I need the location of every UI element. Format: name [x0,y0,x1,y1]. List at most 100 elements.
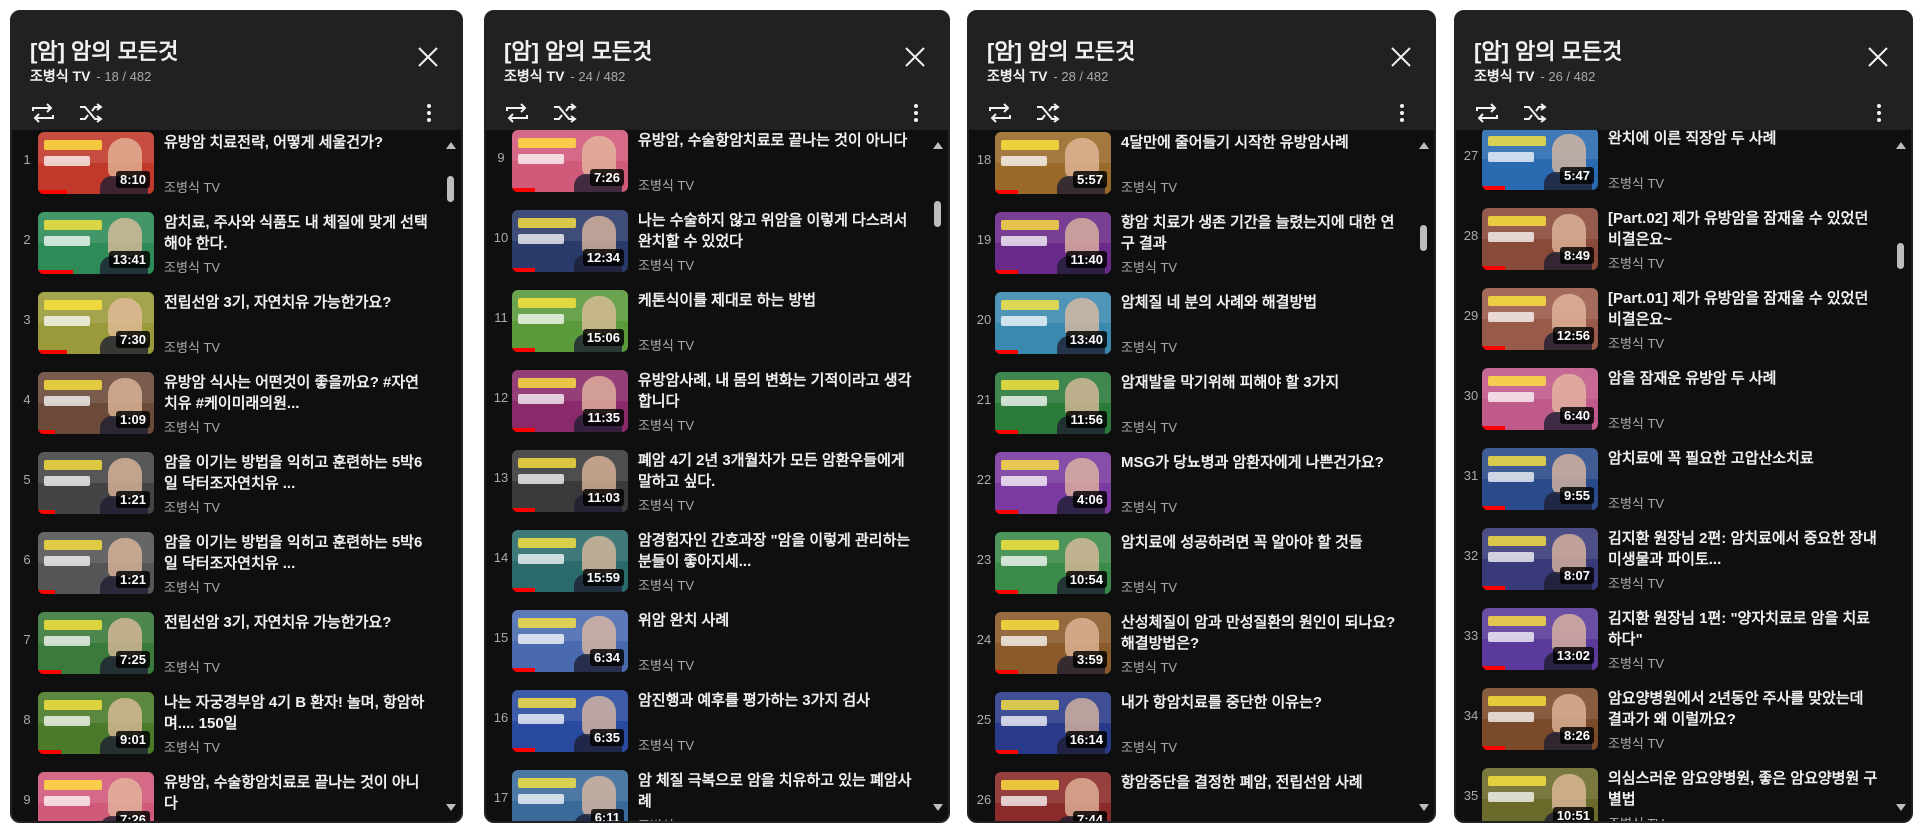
video-thumbnail[interactable]: 16:14 [995,692,1111,754]
video-title[interactable]: 전립선암 3기, 자연치유 가능한가요? [164,292,431,313]
loop-button[interactable] [985,100,1015,126]
loop-button[interactable] [28,100,58,126]
video-title[interactable]: 폐암 4기 2년 3개월차가 모든 암환우들에게 말하고 싶다. [638,450,918,492]
playlist-item[interactable]: 23 10:54 암치료에 성공하려면 꼭 알아야 할 것들 조병식 TV [969,522,1412,602]
video-title[interactable]: 유방암, 수술항암치료로 끝나는 것이 아니다 [638,130,918,151]
video-thumbnail[interactable]: 13:41 [38,212,154,274]
playlist-item[interactable]: 18 5:57 4달만에 줄어들기 시작한 유방암사례 조병식 TV [969,130,1412,202]
playlist-item[interactable]: 2 13:41 암치료, 주사와 식품도 내 체질에 맞게 선택해야 한다. 조… [12,202,439,282]
video-thumbnail[interactable]: 6:40 [1482,368,1598,430]
playlist-item[interactable]: 27 5:47 완치에 이른 직장암 두 사례 조병식 TV [1456,130,1889,198]
scroll-up-arrow-icon[interactable] [446,142,456,149]
shuffle-button[interactable] [1033,100,1063,126]
video-title[interactable]: 항암중단을 결정한 폐암, 전립선암 사례 [1121,772,1404,793]
playlist-item[interactable]: 9 7:26 유방암, 수술항암치료로 끝나는 것이 아니다 조병식 TV [486,130,926,200]
playlist-channel-link[interactable]: 조병식 TV [504,68,564,84]
playlist-item[interactable]: 26 7:44 항암중단을 결정한 폐암, 전립선암 사례 조병식 TV [969,762,1412,821]
video-title[interactable]: 완치에 이른 직장암 두 사례 [1608,130,1881,149]
video-thumbnail[interactable]: 11:40 [995,212,1111,274]
video-thumbnail[interactable]: 11:03 [512,450,628,512]
video-title[interactable]: 암진행과 예후를 평가하는 3가지 검사 [638,690,918,711]
loop-button[interactable] [1472,100,1502,126]
playlist-item[interactable]: 11 15:06 케톤식이를 제대로 하는 방법 조병식 TV [486,280,926,360]
playlist-item[interactable]: 22 4:06 MSG가 당뇨병과 암환자에게 나쁜건가요? 조병식 TV [969,442,1412,522]
video-thumbnail[interactable]: 13:40 [995,292,1111,354]
video-title[interactable]: 암경험자인 간호과장 "암을 이렇게 관리하는 분들이 좋아지세... [638,530,918,572]
scroll-up-arrow-icon[interactable] [1896,142,1906,149]
video-title[interactable]: 유방암 식사는 어떤것이 좋을까요? #자연치유 #케이미래의원... [164,372,431,414]
scrollbar-thumb[interactable] [934,200,941,227]
video-thumbnail[interactable]: 8:49 [1482,208,1598,270]
playlist-item[interactable]: 19 11:40 항암 치료가 생존 기간을 늘렸는지에 대한 연구 결과 조병… [969,202,1412,282]
video-thumbnail[interactable]: 10:51 [1482,768,1598,821]
playlist-scrollbar[interactable] [441,130,459,821]
playlist-title[interactable]: [암] 암의 모든것 [504,34,652,66]
video-thumbnail[interactable]: 4:06 [995,452,1111,514]
playlist-item[interactable]: 6 1:21 암을 이기는 방법을 익히고 훈련하는 5박6일 닥터조자연치유 … [12,522,439,602]
more-actions-button[interactable] [906,100,926,126]
close-button[interactable] [413,42,443,72]
video-title[interactable]: 암치료에 성공하려면 꼭 알아야 할 것들 [1121,532,1404,553]
playlist-item[interactable]: 4 1:09 유방암 식사는 어떤것이 좋을까요? #자연치유 #케이미래의원.… [12,362,439,442]
video-thumbnail[interactable]: 6:34 [512,610,628,672]
video-thumbnail[interactable]: 3:59 [995,612,1111,674]
playlist-item[interactable]: 34 8:26 암요양병원에서 2년동안 주사를 맞았는데 결과가 왜 이럴까요… [1456,678,1889,758]
video-title[interactable]: 암을 이기는 방법을 익히고 훈련하는 5박6일 닥터조자연치유 ... [164,532,431,574]
video-title[interactable]: 암체질 네 분의 사례와 해결방법 [1121,292,1404,313]
scroll-down-arrow-icon[interactable] [933,804,943,811]
playlist-item[interactable]: 31 9:55 암치료에 꼭 필요한 고압산소치료 조병식 TV [1456,438,1889,518]
video-thumbnail[interactable]: 8:07 [1482,528,1598,590]
video-title[interactable]: 산성체질이 암과 만성질환의 원인이 되나요? 해결방법은? [1121,612,1404,654]
video-thumbnail[interactable]: 12:56 [1482,288,1598,350]
video-title[interactable]: 암치료에 꼭 필요한 고압산소치료 [1608,448,1881,469]
video-thumbnail[interactable]: 9:55 [1482,448,1598,510]
video-thumbnail[interactable]: 11:35 [512,370,628,432]
playlist-item[interactable]: 7 7:25 전립선암 3기, 자연치유 가능한가요? 조병식 TV [12,602,439,682]
playlist-item[interactable]: 14 15:59 암경험자인 간호과장 "암을 이렇게 관리하는 분들이 좋아지… [486,520,926,600]
video-thumbnail[interactable]: 9:01 [38,692,154,754]
video-thumbnail[interactable]: 6:35 [512,690,628,752]
video-thumbnail[interactable]: 1:21 [38,532,154,594]
video-title[interactable]: 김지환 원장님 1편: "양자치료로 암을 치료하다" [1608,608,1881,650]
video-title[interactable]: 암요양병원에서 2년동안 주사를 맞았는데 결과가 왜 이럴까요? [1608,688,1881,730]
video-title[interactable]: 김지환 원장님 2편: 암치료에서 중요한 장내미생물과 파이토... [1608,528,1881,570]
playlist-item[interactable]: 8 9:01 나는 자궁경부암 4기 B 환자! 놀며, 항암하며.... 15… [12,682,439,762]
shuffle-button[interactable] [1520,100,1550,126]
more-actions-button[interactable] [1869,100,1889,126]
video-title[interactable]: 나는 자궁경부암 4기 B 환자! 놀며, 항암하며.... 150일 [164,692,431,734]
playlist-scrollbar[interactable] [1891,130,1909,821]
playlist-channel-link[interactable]: 조병식 TV [987,68,1047,84]
playlist-item[interactable]: 15 6:34 위암 완치 사례 조병식 TV [486,600,926,680]
video-title[interactable]: 유방암사례, 내 몸의 변화는 기적이라고 생각합니다 [638,370,918,412]
video-thumbnail[interactable]: 7:44 [995,772,1111,821]
video-thumbnail[interactable]: 1:09 [38,372,154,434]
video-title[interactable]: 항암 치료가 생존 기간을 늘렸는지에 대한 연구 결과 [1121,212,1404,254]
video-title[interactable]: 케톤식이를 제대로 하는 방법 [638,290,918,311]
video-thumbnail[interactable]: 7:25 [38,612,154,674]
video-thumbnail[interactable]: 7:26 [512,130,628,192]
playlist-item[interactable]: 3 7:30 전립선암 3기, 자연치유 가능한가요? 조병식 TV [12,282,439,362]
scroll-up-arrow-icon[interactable] [1419,142,1429,149]
video-thumbnail[interactable]: 15:59 [512,530,628,592]
video-thumbnail[interactable]: 7:30 [38,292,154,354]
shuffle-button[interactable] [76,100,106,126]
playlist-item[interactable]: 13 11:03 폐암 4기 2년 3개월차가 모든 암환우들에게 말하고 싶다… [486,440,926,520]
playlist-title[interactable]: [암] 암의 모든것 [30,34,178,66]
video-thumbnail[interactable]: 5:57 [995,132,1111,194]
video-title[interactable]: 암 체질 극복으로 암을 치유하고 있는 폐암사례 [638,770,918,812]
playlist-item[interactable]: 30 6:40 암을 잠재운 유방암 두 사례 조병식 TV [1456,358,1889,438]
playlist-item[interactable]: 24 3:59 산성체질이 암과 만성질환의 원인이 되나요? 해결방법은? 조… [969,602,1412,682]
playlist-item[interactable]: 29 12:56 [Part.01] 제가 유방암을 잠재울 수 있었던 비결은… [1456,278,1889,358]
playlist-item[interactable]: 33 13:02 김지환 원장님 1편: "양자치료로 암을 치료하다" 조병식… [1456,598,1889,678]
video-title[interactable]: 의심스러운 암요양병원, 좋은 암요양병원 구별법 [1608,768,1881,810]
scroll-down-arrow-icon[interactable] [1896,804,1906,811]
playlist-item[interactable]: 10 12:34 나는 수술하지 않고 위암을 이렇게 다스려서 완치할 수 있… [486,200,926,280]
playlist-item[interactable]: 35 10:51 의심스러운 암요양병원, 좋은 암요양병원 구별법 조병식 T… [1456,758,1889,821]
playlist-item[interactable]: 32 8:07 김지환 원장님 2편: 암치료에서 중요한 장내미생물과 파이토… [1456,518,1889,598]
video-title[interactable]: MSG가 당뇨병과 암환자에게 나쁜건가요? [1121,452,1404,473]
playlist-title[interactable]: [암] 암의 모든것 [1474,34,1622,66]
video-thumbnail[interactable]: 13:02 [1482,608,1598,670]
video-title[interactable]: [Part.02] 제가 유방암을 잠재울 수 있었던 비결은요~ [1608,208,1881,250]
video-thumbnail[interactable]: 1:21 [38,452,154,514]
playlist-channel-link[interactable]: 조병식 TV [30,68,90,84]
